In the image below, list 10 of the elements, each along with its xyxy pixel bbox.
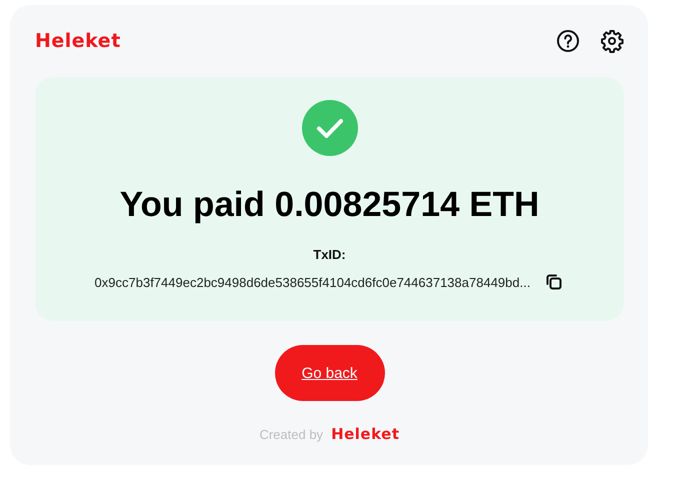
txid-label: TxID: (313, 247, 346, 262)
logo: Heleket (35, 30, 121, 52)
copy-icon[interactable] (544, 272, 564, 292)
payment-amount: You paid 0.00825714 ETH (120, 185, 540, 225)
help-icon[interactable] (556, 29, 580, 53)
settings-icon[interactable] (600, 29, 624, 53)
logo: Heleket (331, 425, 400, 443)
go-back-button[interactable]: Go back (274, 345, 384, 401)
created-by-text: Created by (259, 426, 324, 442)
txid-value: 0x9cc7b3f7449ec2bc9498d6de538655f4104cd6fc0e744637138a78449bd... (94, 274, 530, 290)
